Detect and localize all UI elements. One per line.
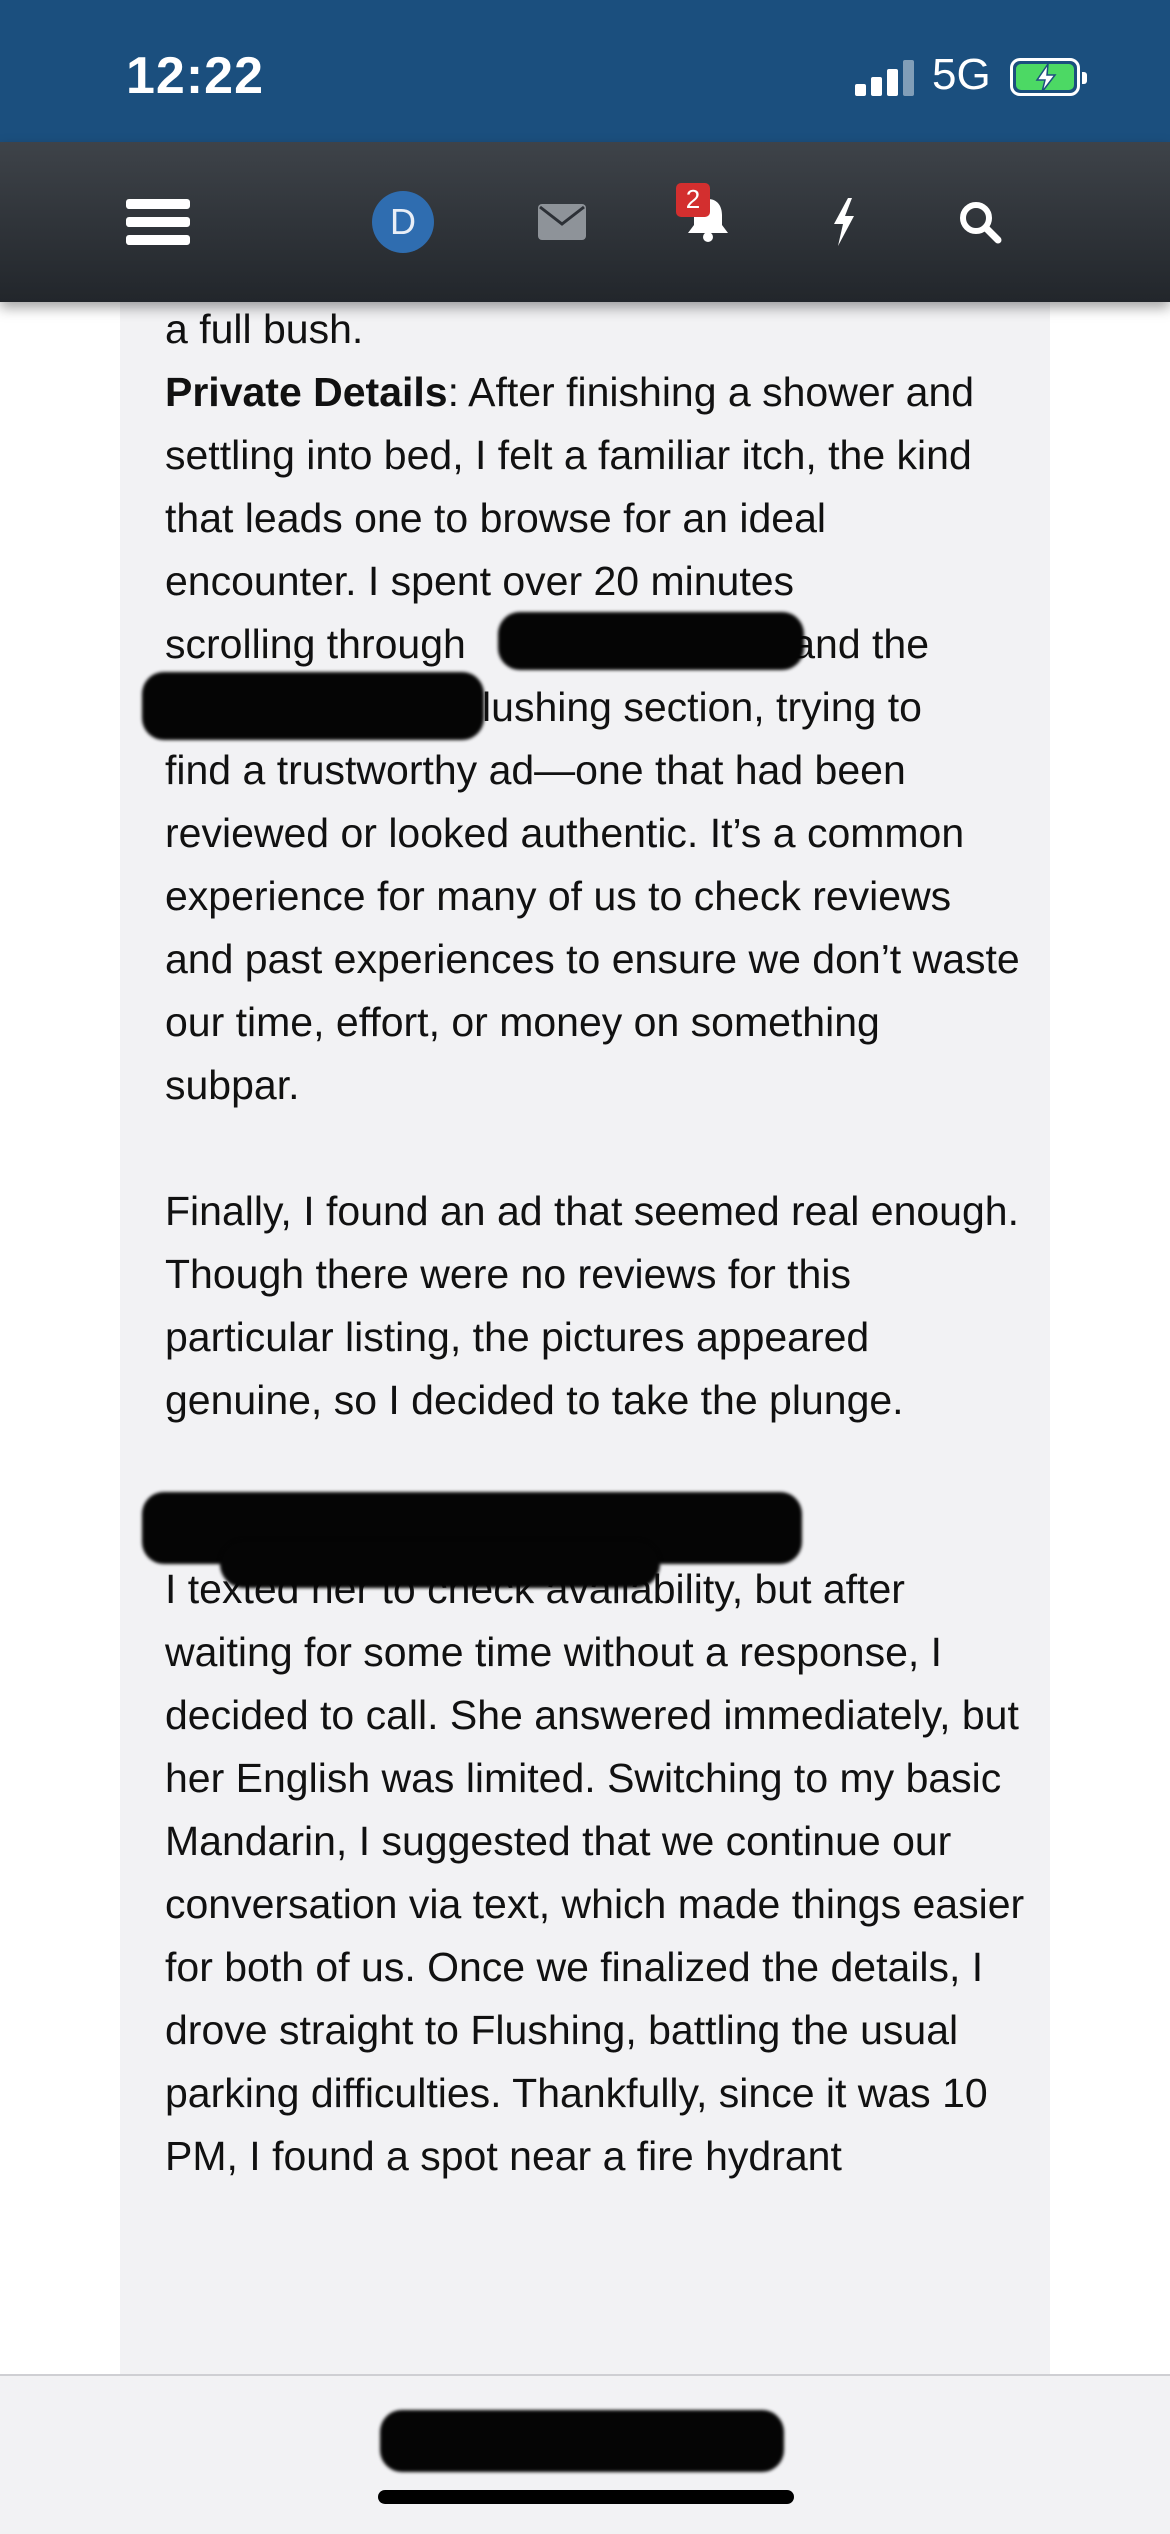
signal-icon (855, 60, 915, 96)
redaction-mark (220, 1540, 660, 1588)
avatar-letter: D (372, 191, 434, 253)
post-paragraph-1: Private Details: After finishing a showe… (165, 361, 1025, 613)
top-nav-bar: D 2 (0, 142, 1170, 302)
avatar[interactable]: D (372, 191, 434, 253)
home-indicator[interactable] (378, 2490, 794, 2504)
notifications-button[interactable]: 2 (676, 182, 730, 252)
redaction-mark (142, 672, 484, 740)
network-type: 5G (932, 50, 991, 99)
menu-icon[interactable] (126, 192, 190, 252)
post-text: Flushing section, trying to (457, 684, 922, 730)
post-body: a full bush. Private Details: After fini… (165, 298, 1025, 2188)
notification-badge: 2 (676, 182, 710, 217)
bolt-icon[interactable] (830, 192, 856, 252)
status-time: 12:22 (126, 47, 264, 105)
post-paragraph-3: I texted her to check availability, but … (165, 1566, 1025, 2179)
search-icon[interactable] (958, 192, 1002, 252)
mail-icon[interactable] (538, 192, 586, 252)
private-details-label: Private Details (165, 369, 448, 415)
post-text: scrolling through (165, 621, 466, 667)
redaction-mark (380, 2410, 784, 2472)
status-bar: 12:22 5G (0, 0, 1170, 142)
post-text: find a trustworthy ad—one that had been … (165, 747, 1020, 1108)
battery-icon (1010, 58, 1087, 96)
redaction-mark (498, 612, 804, 670)
post-line: a full bush. (165, 306, 364, 352)
post-paragraph-2: Finally, I found an ad that seemed real … (165, 1188, 1019, 1423)
